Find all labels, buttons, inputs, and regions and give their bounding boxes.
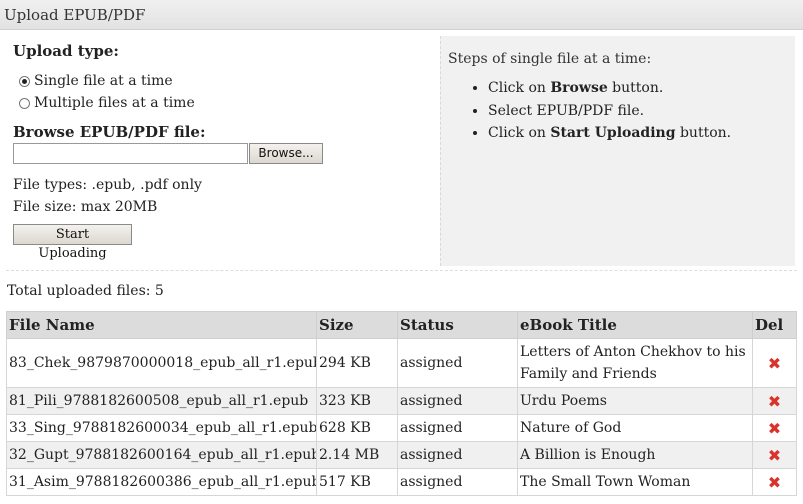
table-row: 33_Sing_9788182600034_epub_all_r1.epub 6… <box>6 414 797 442</box>
radio-multiple-row[interactable]: Multiple files at a time <box>19 92 433 114</box>
table-row: 31_Asim_9788182600386_epub_all_r1.epub 5… <box>6 468 797 496</box>
upload-form: Upload type: Single file at a time Multi… <box>13 42 433 261</box>
radio-multiple-label: Multiple files at a time <box>34 95 195 111</box>
start-uploading-button[interactable]: Start Uploading <box>13 224 132 261</box>
file-size-text: File size: max 20MB <box>13 199 158 215</box>
delete-x-icon[interactable]: ✖ <box>768 392 781 411</box>
delete-x-icon[interactable]: ✖ <box>768 473 781 492</box>
step-text-end: button. <box>607 80 664 96</box>
step-bold: Browse <box>550 80 608 96</box>
divider <box>6 270 797 271</box>
cell-del: ✖ <box>752 468 797 496</box>
cell-del: ✖ <box>752 338 797 388</box>
cell-file-name: 31_Asim_9788182600386_epub_all_r1.epub <box>6 468 317 496</box>
step-item: Select EPUB/PDF file. <box>488 100 788 123</box>
col-del: Del <box>752 311 797 339</box>
radio-single[interactable] <box>19 75 30 87</box>
step-text-end: button. <box>675 125 732 141</box>
cell-file-name: 81_Pili_9788182600508_epub_all_r1.epub <box>6 387 317 415</box>
cell-size: 517 KB <box>316 468 398 496</box>
step-item: Click on Browse button. <box>488 77 788 100</box>
col-size[interactable]: Size <box>316 311 398 339</box>
cell-size: 2.14 MB <box>316 441 398 469</box>
cell-del: ✖ <box>752 387 797 415</box>
steps-panel: Steps of single file at a time: Click on… <box>440 36 795 266</box>
steps-list: Click on Browse button. Select EPUB/PDF … <box>448 77 788 145</box>
radio-multiple[interactable] <box>19 97 30 109</box>
page-title: Upload EPUB/PDF <box>4 6 146 24</box>
cell-file-name: 32_Gupt_9788182600164_epub_all_r1.epub <box>6 441 317 469</box>
table-header-row: File Name Size Status eBook Title Del <box>6 311 797 339</box>
cell-size: 628 KB <box>316 414 398 442</box>
browse-label: Browse EPUB/PDF file: <box>13 123 206 141</box>
browse-button[interactable]: Browse... <box>249 143 323 164</box>
table-row: 83_Chek_9879870000018_epub_all_r1.epub 2… <box>6 338 797 388</box>
total-uploaded: Total uploaded files: 5 <box>7 283 164 299</box>
col-ebook-title[interactable]: eBook Title <box>517 311 753 339</box>
step-bold: Start Uploading <box>550 125 676 141</box>
cell-ebook-title: A Billion is Enough <box>517 441 753 469</box>
radio-single-label: Single file at a time <box>34 73 173 89</box>
cell-ebook-title: The Small Town Woman <box>517 468 753 496</box>
delete-x-icon[interactable]: ✖ <box>768 354 781 373</box>
step-text: Select EPUB/PDF file. <box>488 102 645 119</box>
steps-title: Steps of single file at a time: <box>448 51 652 67</box>
step-text: Click on <box>488 125 551 141</box>
step-text: Click on <box>488 80 551 96</box>
cell-size: 294 KB <box>316 338 398 388</box>
upload-type-label: Upload type: <box>13 42 119 60</box>
delete-x-icon[interactable]: ✖ <box>768 446 781 465</box>
uploaded-files-table: File Name Size Status eBook Title Del 83… <box>6 311 797 496</box>
cell-del: ✖ <box>752 441 797 469</box>
cell-file-name: 33_Sing_9788182600034_epub_all_r1.epub <box>6 414 317 442</box>
cell-status: assigned <box>397 441 518 469</box>
cell-ebook-title: Urdu Poems <box>517 387 753 415</box>
page-header: Upload EPUB/PDF <box>0 0 803 30</box>
cell-status: assigned <box>397 387 518 415</box>
cell-file-name: 83_Chek_9879870000018_epub_all_r1.epub <box>6 338 317 388</box>
file-info: File types: .epub, .pdf only File size: … <box>13 174 433 218</box>
col-file-name[interactable]: File Name <box>6 311 317 339</box>
table-row: 32_Gupt_9788182600164_epub_all_r1.epub 2… <box>6 441 797 469</box>
cell-status: assigned <box>397 414 518 442</box>
cell-del: ✖ <box>752 414 797 442</box>
cell-ebook-title: Nature of God <box>517 414 753 442</box>
radio-single-row[interactable]: Single file at a time <box>19 70 433 92</box>
cell-status: assigned <box>397 468 518 496</box>
col-status[interactable]: Status <box>397 311 518 339</box>
step-item: Click on Start Uploading button. <box>488 122 788 145</box>
cell-status: assigned <box>397 338 518 388</box>
file-types-text: File types: .epub, .pdf only <box>13 177 202 193</box>
cell-ebook-title: Letters of Anton Chekhov to his Family a… <box>517 338 753 388</box>
delete-x-icon[interactable]: ✖ <box>768 419 781 438</box>
file-picker: Browse... <box>13 143 433 164</box>
file-path-input[interactable] <box>13 143 248 164</box>
table-row: 81_Pili_9788182600508_epub_all_r1.epub 3… <box>6 387 797 415</box>
cell-size: 323 KB <box>316 387 398 415</box>
